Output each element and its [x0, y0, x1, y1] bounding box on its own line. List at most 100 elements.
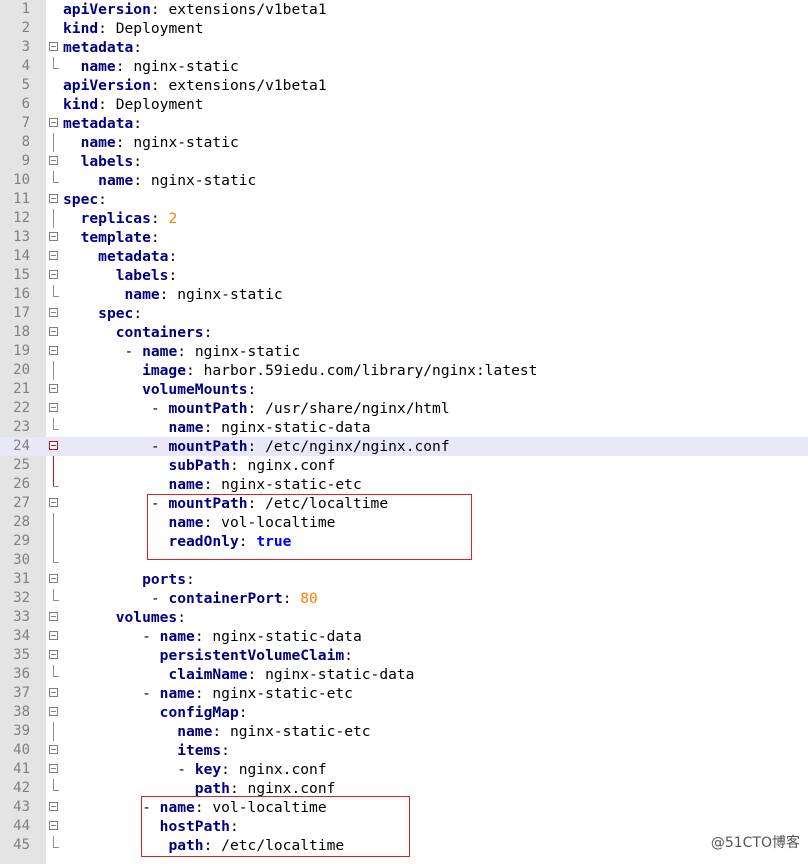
fold-toggle-icon[interactable] — [48, 228, 60, 247]
fold-toggle-icon[interactable] — [48, 342, 60, 361]
code-text[interactable]: subPath: nginx.conf — [63, 456, 335, 475]
code-text[interactable]: - mountPath: /usr/share/nginx/html — [63, 399, 450, 418]
code-text[interactable]: metadata: — [63, 114, 142, 133]
code-line[interactable]: 17 spec: — [0, 304, 808, 323]
code-line[interactable]: 41 - key: nginx.conf — [0, 760, 808, 779]
code-text[interactable]: metadata: — [63, 38, 142, 57]
code-line[interactable]: 16 name: nginx-static — [0, 285, 808, 304]
code-line[interactable]: 11 spec: — [0, 190, 808, 209]
code-text[interactable]: name: nginx-static — [63, 57, 239, 76]
code-text[interactable]: - key: nginx.conf — [63, 760, 326, 779]
fold-toggle-icon[interactable] — [48, 247, 60, 266]
code-line[interactable]: 32 - containerPort: 80 — [0, 589, 808, 608]
code-line[interactable]: 3 metadata: — [0, 38, 808, 57]
code-line[interactable]: 2 kind: Deployment — [0, 19, 808, 38]
code-text[interactable]: kind: Deployment — [63, 95, 204, 114]
code-line[interactable]: 12 replicas: 2 — [0, 209, 808, 228]
code-text[interactable]: name: nginx-static-etc — [63, 475, 361, 494]
fold-toggle-icon[interactable] — [48, 323, 60, 342]
fold-toggle-icon[interactable] — [48, 608, 60, 627]
code-text[interactable]: containers: — [63, 323, 213, 342]
code-text[interactable]: name: nginx-static-etc — [63, 722, 370, 741]
code-text[interactable]: spec: — [63, 304, 142, 323]
code-text[interactable]: - name: nginx-static-data — [63, 627, 362, 646]
code-line[interactable]: 6 kind: Deployment — [0, 95, 808, 114]
fold-toggle-icon[interactable] — [48, 437, 60, 456]
code-line[interactable]: 13 template: — [0, 228, 808, 247]
fold-toggle-icon[interactable] — [48, 646, 60, 665]
code-line[interactable]: 25 subPath: nginx.conf — [0, 456, 808, 475]
code-line[interactable]: 4 name: nginx-static — [0, 57, 808, 76]
code-text[interactable]: apiVersion: extensions/v1beta1 — [63, 76, 327, 95]
code-text[interactable]: - name: nginx-static-etc — [63, 684, 353, 703]
fold-toggle-icon[interactable] — [48, 798, 60, 817]
code-text[interactable]: apiVersion: extensions/v1beta1 — [63, 0, 327, 19]
code-line[interactable]: 34 - name: nginx-static-data — [0, 627, 808, 646]
code-line[interactable]: 26 name: nginx-static-etc — [0, 475, 808, 494]
code-line[interactable]: 14 metadata: — [0, 247, 808, 266]
fold-toggle-icon[interactable] — [48, 817, 60, 836]
code-editor[interactable]: 1 apiVersion: extensions/v1beta1 2 kind: De… — [0, 0, 808, 864]
fold-toggle-icon[interactable] — [48, 684, 60, 703]
code-line[interactable]: 18 containers: — [0, 323, 808, 342]
code-line[interactable]: 20 image: harbor.59iedu.com/library/ngin… — [0, 361, 808, 380]
fold-toggle-icon[interactable] — [48, 760, 60, 779]
code-text[interactable]: name: nginx-static — [63, 133, 239, 152]
fold-toggle-icon[interactable] — [48, 190, 60, 209]
code-text[interactable]: labels: — [63, 266, 178, 285]
code-line[interactable]: 35 persistentVolumeClaim: — [0, 646, 808, 665]
code-line[interactable]: 5 apiVersion: extensions/v1beta1 — [0, 76, 808, 95]
code-text[interactable]: items: — [63, 741, 230, 760]
fold-toggle-icon[interactable] — [48, 703, 60, 722]
fold-toggle-icon[interactable] — [48, 570, 60, 589]
code-text[interactable]: metadata: — [63, 247, 177, 266]
code-line[interactable]: 40 items: — [0, 741, 808, 760]
code-line[interactable]: 1 apiVersion: extensions/v1beta1 — [0, 0, 808, 19]
fold-toggle-icon[interactable] — [48, 38, 60, 57]
fold-toggle-icon[interactable] — [48, 741, 60, 760]
code-text[interactable]: spec: — [63, 190, 107, 209]
code-text[interactable]: replicas: 2 — [63, 209, 178, 228]
fold-toggle-icon[interactable] — [48, 380, 60, 399]
code-text[interactable]: - containerPort: 80 — [63, 589, 318, 608]
code-line[interactable]: 24 - mountPath: /etc/nginx/nginx.conf — [0, 437, 808, 456]
code-text[interactable]: volumeMounts: — [63, 380, 256, 399]
code-line[interactable]: 7 metadata: — [0, 114, 808, 133]
line-number: 31 — [13, 571, 30, 587]
code-line[interactable]: 21 volumeMounts: — [0, 380, 808, 399]
code-line[interactable]: 8 name: nginx-static — [0, 133, 808, 152]
fold-toggle-icon[interactable] — [48, 152, 60, 171]
code-text[interactable]: kind: Deployment — [63, 19, 204, 38]
fold-toggle-icon[interactable] — [48, 114, 60, 133]
fold-toggle-icon[interactable] — [48, 399, 60, 418]
fold-toggle-icon[interactable] — [48, 627, 60, 646]
code-line[interactable]: 10 name: nginx-static — [0, 171, 808, 190]
fold-toggle-icon[interactable] — [48, 494, 60, 513]
code-text[interactable]: claimName: nginx-static-data — [63, 665, 414, 684]
code-text[interactable]: template: — [63, 228, 160, 247]
code-line[interactable]: 36 claimName: nginx-static-data — [0, 665, 808, 684]
code-text[interactable]: configMap: — [63, 703, 248, 722]
code-text[interactable]: - mountPath: /etc/nginx/nginx.conf — [63, 437, 450, 456]
code-line[interactable]: 38 configMap: — [0, 703, 808, 722]
code-line[interactable]: 33 volumes: — [0, 608, 808, 627]
code-line[interactable]: 15 labels: — [0, 266, 808, 285]
code-text[interactable]: - name: nginx-static — [63, 342, 301, 361]
code-text[interactable]: name: nginx-static-data — [63, 418, 370, 437]
code-text[interactable]: image: harbor.59iedu.com/library/nginx:l… — [63, 361, 537, 380]
code-text[interactable]: ports: — [63, 570, 195, 589]
code-line[interactable]: 9 labels: — [0, 152, 808, 171]
code-line[interactable]: 23 name: nginx-static-data — [0, 418, 808, 437]
code-text[interactable]: name: nginx-static — [63, 285, 283, 304]
fold-toggle-icon[interactable] — [48, 266, 60, 285]
code-line[interactable]: 31 ports: — [0, 570, 808, 589]
code-line[interactable]: 22 - mountPath: /usr/share/nginx/html — [0, 399, 808, 418]
code-line[interactable]: 39 name: nginx-static-etc — [0, 722, 808, 741]
code-text[interactable]: name: nginx-static — [63, 171, 256, 190]
code-text[interactable]: labels: — [63, 152, 143, 171]
code-text[interactable]: volumes: — [63, 608, 186, 627]
fold-toggle-icon[interactable] — [48, 304, 60, 323]
code-text[interactable]: persistentVolumeClaim: — [63, 646, 353, 665]
code-line[interactable]: 37 - name: nginx-static-etc — [0, 684, 808, 703]
code-line[interactable]: 19 - name: nginx-static — [0, 342, 808, 361]
